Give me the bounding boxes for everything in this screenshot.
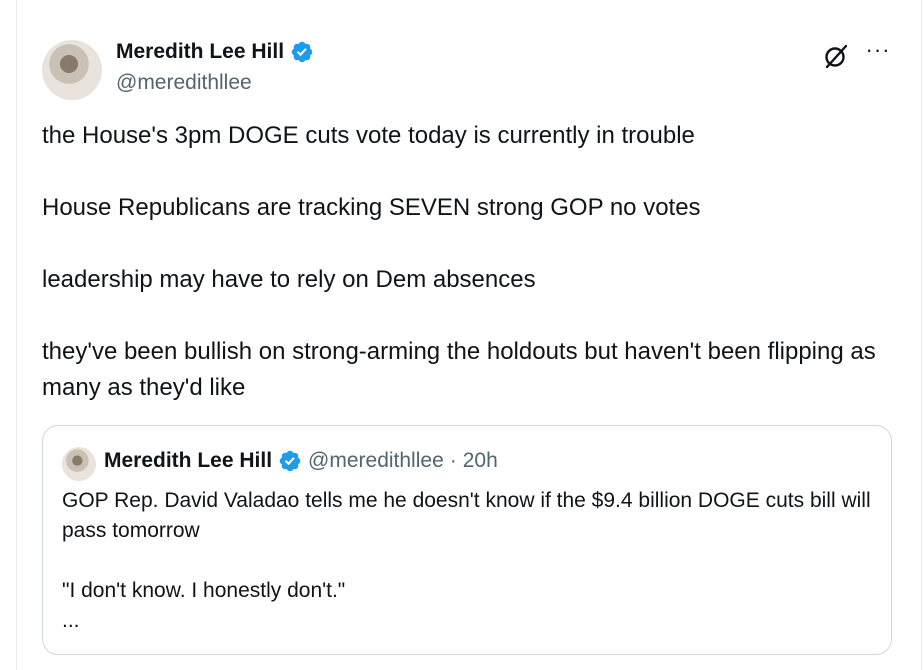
quoted-author-name: Meredith Lee Hill [104,449,273,472]
quoted-line: ... [62,609,80,632]
quoted-text: GOP Rep. David Valadao tells me he doesn… [62,486,877,636]
tweet-line: the House's 3pm DOGE cuts vote today is … [42,122,695,149]
verified-badge-icon [291,41,313,63]
quoted-timestamp: 20h [462,449,498,472]
author-handle[interactable]: @meredithllee [116,71,252,95]
quoted-line: GOP Rep. David Valadao tells me he doesn… [62,489,871,542]
tweet-line: leadership may have to rely on Dem absen… [42,266,536,293]
author-avatar[interactable] [42,40,102,100]
quoted-header: Meredith Lee Hill @meredithllee · 20h [104,449,498,473]
author-name-row: Meredith Lee Hill [116,40,314,64]
quoted-tweet[interactable]: Meredith Lee Hill @meredithllee · 20h GO… [42,425,892,655]
more-options-icon[interactable]: ··· [864,38,892,66]
verified-badge-icon [279,450,301,472]
tweet-line: House Republicans are tracking SEVEN str… [42,194,701,221]
tweet-text: the House's 3pm DOGE cuts vote today is … [42,118,892,406]
tweet-line: they've been bullish on strong-arming th… [42,338,876,401]
quoted-separator: · [449,449,457,472]
author-name[interactable]: Meredith Lee Hill [116,40,284,64]
quoted-line: "I don't know. I honestly don't." [62,579,346,602]
quoted-author-handle: @meredithllee [308,449,444,472]
grok-icon[interactable] [822,42,850,70]
quoted-author-avatar [62,447,96,481]
